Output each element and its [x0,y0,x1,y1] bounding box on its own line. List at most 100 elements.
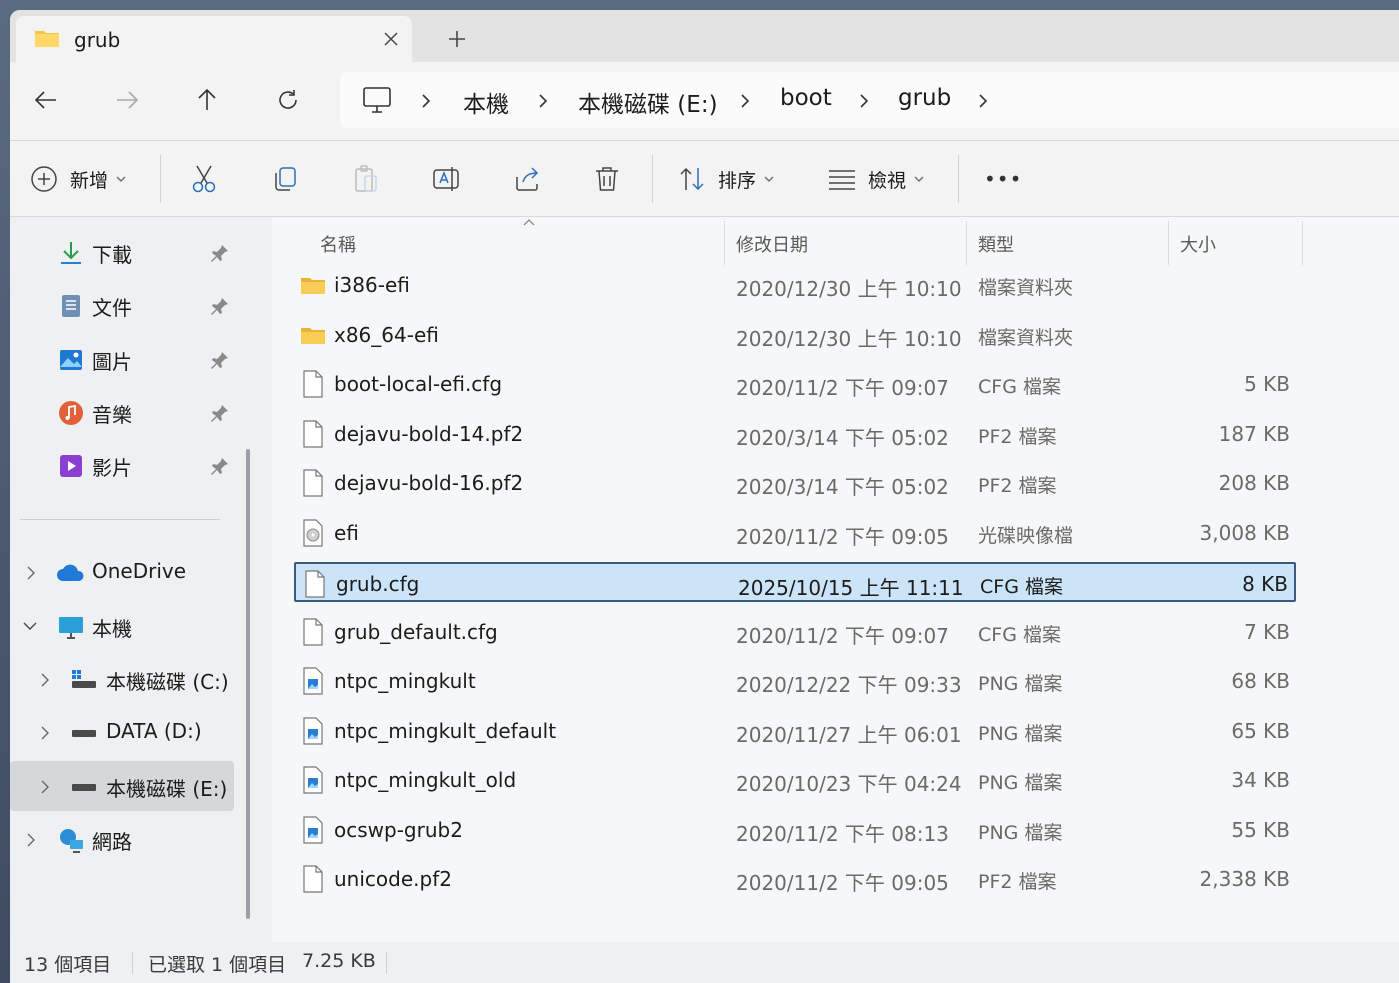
file-row[interactable]: i386-efi 2020/12/30 上午 10:10 檔案資料夾 [294,265,1296,305]
chevron-right-icon[interactable] [416,90,436,112]
pin-icon[interactable] [210,456,230,476]
chevron-right-icon[interactable] [40,725,50,741]
file-type: PF2 檔案 [978,475,1057,497]
chevron-right-icon[interactable] [735,90,755,112]
trash-icon [596,167,618,191]
chevron-right-icon[interactable] [40,672,50,688]
divider [132,952,133,974]
arrow-right-icon[interactable] [109,82,145,118]
file-row[interactable]: grub.cfg 2025/10/15 上午 11:11 CFG 檔案 8 KB [294,562,1296,602]
computer-icon[interactable] [362,86,392,118]
delete-button[interactable] [594,161,620,197]
chevron-right-icon[interactable] [973,90,993,112]
download-icon [61,242,81,264]
chevron-right-icon[interactable] [40,779,50,795]
breadcrumb-item[interactable]: boot [780,85,832,111]
file-icon [300,469,326,497]
sidebar-item-videos[interactable]: 影片 [10,440,234,490]
image-file-icon [300,667,326,695]
file-row[interactable]: ntpc_mingkult 2020/12/22 下午 09:33 PNG 檔案 68… [294,661,1296,701]
file-row[interactable]: dejavu-bold-16.pf2 2020/3/14 下午 05:02 PF2 … [294,463,1296,503]
sidebar-item-drive-c[interactable]: 本機磁碟 (C:) [10,654,234,704]
pin-icon[interactable] [210,296,230,316]
file-date: 2020/11/2 下午 09:05 [736,524,949,549]
breadcrumb-item[interactable]: 本機磁碟 (E:) [578,85,718,119]
drive-icon [72,730,96,737]
pin-icon[interactable] [210,403,230,423]
more-options-button[interactable]: ••• [984,161,1022,197]
video-icon [60,455,82,477]
file-row[interactable]: efi 2020/11/2 下午 09:05 光碟映像檔 3,008 KB [294,513,1296,553]
paste-button[interactable] [352,161,380,197]
file-row[interactable]: grub_default.cfg 2020/11/2 下午 09:07 CFG 檔案… [294,612,1296,652]
new-button[interactable]: 新增 [30,161,126,197]
share-button[interactable] [513,161,541,197]
file-row[interactable]: ocswp-grub2 2020/11/2 下午 08:13 PNG 檔案 55 KB [294,810,1296,850]
chevron-right-icon[interactable] [26,832,36,848]
file-row[interactable]: unicode.pf2 2020/11/2 下午 09:05 PF2 檔案 2,338… [294,859,1296,899]
new-label: 新增 [70,169,109,192]
column-header-size[interactable]: 大小 [1180,231,1216,257]
sidebar-item-label: 音樂 [92,403,132,427]
file-type: CFG 檔案 [978,623,1061,646]
divider[interactable] [724,221,725,265]
file-size: 187 KB [1218,421,1290,446]
divider[interactable] [1168,221,1169,265]
sidebar-item-label: OneDrive [92,559,187,583]
close-icon[interactable] [376,24,406,54]
sidebar-item-drive-d[interactable]: DATA (D:) [10,707,234,757]
sort-button[interactable]: 排序 [678,161,774,197]
file-size: 7 KB [1244,619,1290,644]
tab-grub[interactable]: grub [16,16,412,62]
refresh-icon[interactable] [270,82,306,118]
file-row[interactable]: ntpc_mingkult_old 2020/10/23 下午 04:24 PNG … [294,760,1296,800]
folder-icon [300,271,326,299]
file-date: 2020/3/14 下午 05:02 [736,475,949,499]
view-button[interactable]: 檢視 [828,161,924,197]
sidebar-item-onedrive[interactable]: OneDrive [10,547,234,597]
sidebar-item-label: 本機磁碟 (C:) [106,670,229,694]
scrollbar[interactable] [246,449,250,919]
file-row[interactable]: boot-local-efi.cfg 2020/11/2 下午 09:07 CFG … [294,364,1296,404]
copy-button[interactable] [271,161,299,197]
breadcrumb-item[interactable]: 本機 [463,85,509,119]
sidebar-item-network[interactable]: 網路 [10,814,234,864]
selection-size: 7.25 KB [302,950,376,972]
chevron-down-icon[interactable] [22,621,38,631]
file-row[interactable]: dejavu-bold-14.pf2 2020/3/14 下午 05:02 PF2 … [294,414,1296,454]
file-row[interactable]: x86_64-efi 2020/12/30 上午 10:10 檔案資料夾 [294,315,1296,355]
sidebar-item-pictures[interactable]: 圖片 [10,334,234,384]
cut-button[interactable] [190,161,218,197]
sidebar-item-this-pc[interactable]: 本機 [10,601,234,651]
file-icon [300,370,326,398]
divider[interactable] [1302,221,1303,265]
column-header-date[interactable]: 修改日期 [736,231,808,257]
pin-icon[interactable] [210,350,230,370]
divider[interactable] [966,221,967,265]
pin-icon[interactable] [210,243,230,263]
chevron-right-icon[interactable] [854,90,874,112]
column-header-name[interactable]: 名稱 [320,231,356,257]
file-date: 2020/11/2 下午 08:13 [736,821,949,846]
arrow-left-icon[interactable] [28,82,64,118]
address-bar[interactable]: 本機 本機磁碟 (E:) boot grub [340,72,1399,128]
sidebar-item-documents[interactable]: 文件 [10,280,234,330]
breadcrumb-item[interactable]: grub [898,85,951,111]
file-row[interactable]: ntpc_mingkult_default 2020/11/27 上午 06:01… [294,711,1296,751]
chevron-right-icon[interactable] [533,90,553,112]
file-name: i386-efi [334,273,410,297]
sidebar-item-downloads[interactable]: 下載 [10,227,234,277]
copy-icon [275,167,296,191]
chevron-right-icon[interactable] [26,565,36,581]
arrow-up-icon[interactable] [189,82,225,118]
file-size: 55 KB [1231,817,1290,842]
file-type: PNG 檔案 [978,722,1063,745]
sidebar-item-music[interactable]: 音樂 [10,387,234,437]
file-date: 2020/11/27 上午 06:01 [736,722,962,747]
rename-button[interactable] [432,161,462,197]
plus-icon[interactable] [442,24,472,54]
music-icon [59,401,83,425]
column-header-type[interactable]: 類型 [978,231,1014,257]
more-icon: ••• [984,167,1023,191]
sidebar-item-drive-e[interactable]: 本機磁碟 (E:) [10,761,234,811]
